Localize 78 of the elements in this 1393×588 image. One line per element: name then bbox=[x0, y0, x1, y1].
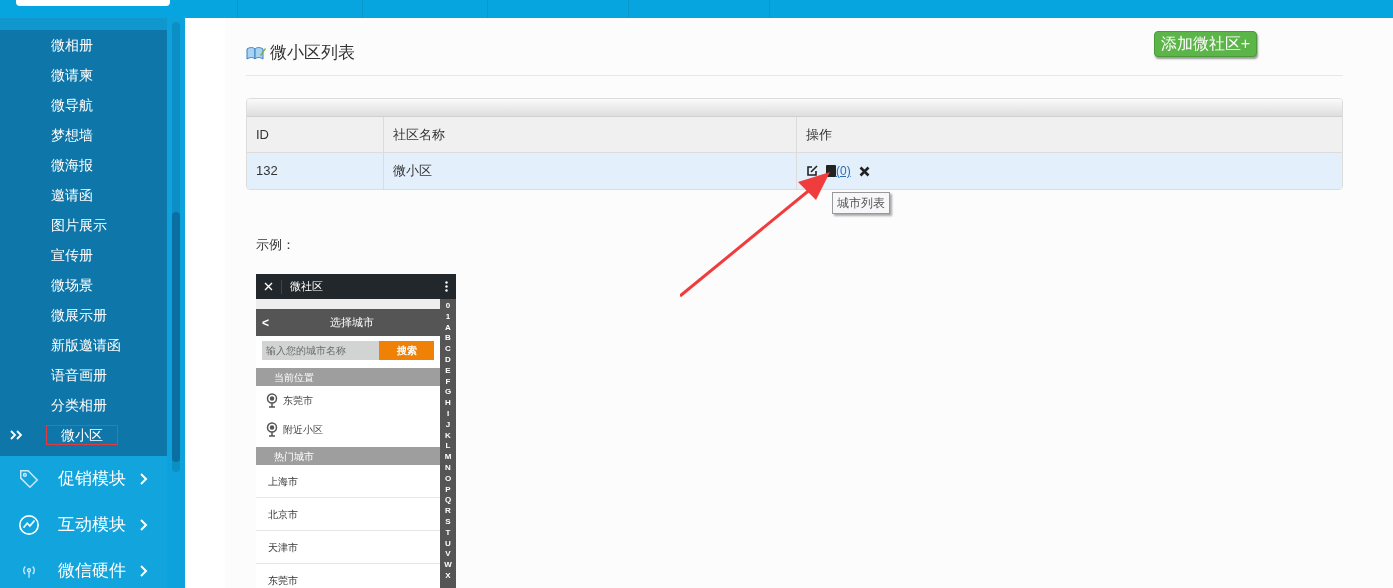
table-cell-text: 132 bbox=[256, 162, 278, 181]
submenu-item[interactable]: 微请柬 bbox=[50, 65, 94, 85]
chevron-right-icon bbox=[140, 473, 148, 485]
city-list-link[interactable]: (0) bbox=[836, 162, 851, 180]
chart-icon bbox=[18, 514, 40, 536]
index-letter[interactable]: I bbox=[446, 408, 450, 420]
index-letter[interactable]: A bbox=[445, 322, 451, 334]
index-letter[interactable]: D bbox=[445, 355, 451, 366]
column-header: 社区名称 bbox=[393, 125, 445, 144]
submenu-item[interactable]: 微海报 bbox=[50, 155, 94, 175]
city-item[interactable]: 东莞市 bbox=[268, 572, 298, 588]
column-header: 操作 bbox=[806, 125, 832, 144]
submenu-item[interactable]: 新版邀请函 bbox=[50, 335, 122, 355]
delete-icon[interactable] bbox=[858, 165, 870, 177]
index-letter[interactable]: T bbox=[445, 527, 451, 539]
more-icon[interactable] bbox=[445, 281, 448, 292]
close-icon[interactable] bbox=[264, 282, 273, 291]
index-letter[interactable]: Q bbox=[444, 495, 452, 507]
submenu-item[interactable]: 微展示册 bbox=[50, 305, 108, 325]
section-header: 当前位置 bbox=[256, 368, 440, 386]
index-letter[interactable]: L bbox=[445, 441, 451, 453]
submenu-item[interactable]: 宣传册 bbox=[50, 245, 94, 265]
city-search-field[interactable]: 输入您的城市名称 bbox=[262, 341, 379, 360]
table-cell-text: 微小区 bbox=[393, 162, 432, 181]
chevron-right-icon bbox=[140, 565, 148, 577]
tag-icon bbox=[18, 468, 40, 490]
index-letter[interactable]: H bbox=[445, 398, 451, 409]
index-letter[interactable]: J bbox=[445, 419, 451, 431]
chevron-right-icon bbox=[140, 519, 148, 531]
index-letter[interactable]: F bbox=[445, 376, 451, 388]
example-label: 示例： bbox=[256, 237, 295, 252]
submenu-item[interactable]: 语音画册 bbox=[50, 365, 108, 385]
submenu-item[interactable]: 分类相册 bbox=[50, 395, 108, 415]
location-item[interactable]: 东莞市 bbox=[283, 393, 313, 408]
index-letter[interactable]: C bbox=[445, 344, 451, 355]
index-letter[interactable]: G bbox=[444, 387, 452, 399]
search-field[interactable] bbox=[16, 0, 170, 6]
city-item[interactable]: 北京市 bbox=[268, 506, 298, 522]
location-pin-icon bbox=[266, 422, 278, 437]
app-title: 微社区 bbox=[290, 279, 323, 295]
edit-icon[interactable] bbox=[806, 165, 818, 177]
submenu-item[interactable]: 微小区 bbox=[46, 425, 118, 445]
scrollbar[interactable] bbox=[172, 22, 180, 472]
index-letter[interactable]: V bbox=[445, 549, 451, 561]
city-item[interactable]: 上海市 bbox=[268, 473, 298, 489]
submenu-item[interactable]: 微相册 bbox=[50, 35, 94, 55]
index-letter[interactable]: E bbox=[445, 365, 451, 377]
index-letter[interactable]: S bbox=[445, 516, 451, 528]
tooltip: 城市列表 bbox=[832, 192, 890, 214]
index-letter[interactable]: R bbox=[445, 506, 451, 517]
index-letter[interactable]: 0 bbox=[445, 301, 451, 312]
index-letter[interactable]: K bbox=[445, 430, 451, 442]
location-pin-icon bbox=[266, 393, 278, 408]
location-item[interactable]: 附近小区 bbox=[283, 422, 323, 437]
submenu-item[interactable]: 微导航 bbox=[50, 95, 94, 115]
column-header: ID bbox=[256, 125, 269, 144]
index-letter[interactable]: B bbox=[445, 333, 451, 345]
index-letter[interactable]: M bbox=[444, 452, 452, 463]
city-item[interactable]: 天津市 bbox=[268, 539, 298, 555]
index-letter[interactable]: O bbox=[444, 473, 452, 485]
book-icon[interactable] bbox=[826, 165, 836, 177]
index-letter[interactable]: 1 bbox=[445, 311, 451, 323]
book-edit-icon bbox=[246, 45, 266, 60]
antenna-icon bbox=[20, 564, 38, 578]
phone-header-title: 选择城市 bbox=[328, 315, 375, 331]
submenu-item[interactable]: 微场景 bbox=[50, 275, 94, 295]
index-letter[interactable]: X bbox=[445, 570, 451, 582]
submenu-item[interactable]: 邀请函 bbox=[50, 185, 94, 205]
back-button[interactable]: < bbox=[262, 313, 269, 332]
section-header: 热门城市 bbox=[256, 447, 440, 465]
index-letter[interactable]: W bbox=[444, 560, 452, 571]
index-letter[interactable]: P bbox=[445, 484, 451, 496]
page-title: 微小区列表 bbox=[270, 41, 355, 64]
submenu-item[interactable]: 梦想墙 bbox=[50, 125, 94, 145]
index-letter[interactable]: U bbox=[445, 538, 451, 550]
double-chevron-icon bbox=[10, 430, 23, 440]
index-letter[interactable]: N bbox=[445, 462, 451, 474]
submenu-item[interactable]: 图片展示 bbox=[50, 215, 108, 235]
